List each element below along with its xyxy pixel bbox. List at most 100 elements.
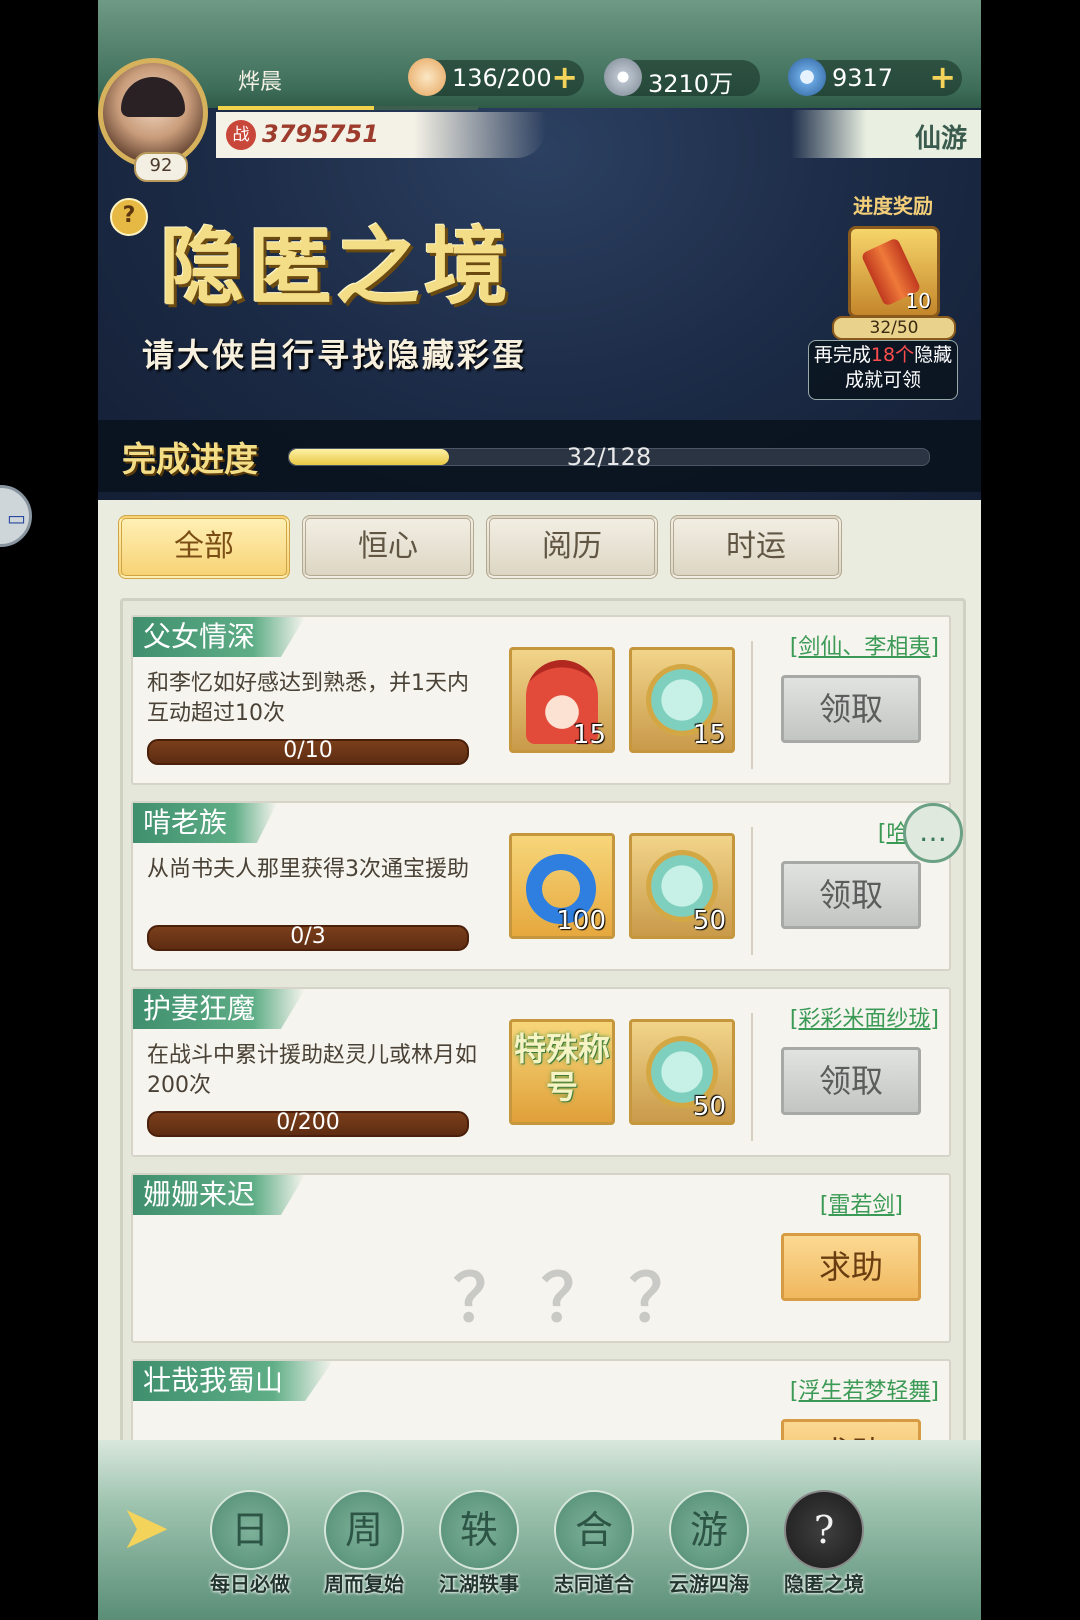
progress-text: 0/3	[290, 924, 326, 949]
achievement-owners[interactable]: [彩彩米面纱珑]	[790, 1001, 939, 1033]
resource-value: 136/200	[452, 64, 552, 92]
weekly-scroll-icon: 周	[324, 1490, 404, 1570]
add-stamina-button[interactable]: +	[551, 60, 578, 94]
page-subtitle: 请大侠自行寻找隐藏彩蛋	[142, 336, 528, 374]
completion-progress: 完成进度 32/128	[98, 420, 981, 492]
achievement-card: 父女情深 和李忆如好感达到熟悉，并1天内互动超过10次 0/10 15 15 […	[131, 615, 951, 785]
nav-companions[interactable]: 合 志同道合	[538, 1490, 648, 1600]
achievement-name: 护妻狂魔	[133, 989, 306, 1029]
coin-icon	[604, 58, 642, 96]
anecdote-book-icon: 轶	[439, 1490, 519, 1570]
achievement-name: 壮哉我蜀山	[133, 1361, 334, 1401]
hidden-content: ？？？	[453, 1260, 717, 1337]
achievement-name: 父女情深	[133, 617, 306, 657]
reward-progress: 32/50	[832, 316, 956, 340]
nav-label: 每日必做	[210, 1572, 290, 1596]
achievement-desc: 和李忆如好感达到熟悉，并1天内互动超过10次	[147, 671, 469, 726]
special-title-label: 特殊称号	[513, 1030, 610, 1106]
divider	[751, 641, 753, 769]
tab-all[interactable]: 全部	[118, 515, 290, 579]
achievement-progress: 0/200	[147, 1110, 469, 1137]
page-title: 隐匿之境	[160, 217, 513, 316]
progress-reward[interactable]: 进度奖励 10 32/50 再完成18个隐藏成就可领	[808, 190, 968, 400]
progress-text: 0/200	[276, 1110, 340, 1135]
reward-item[interactable]: 10	[848, 226, 940, 318]
resource-gems: 9317 +	[788, 58, 962, 96]
nav-daily[interactable]: 日 每日必做	[194, 1490, 304, 1600]
achievement-card-hidden: 姗姗来迟 ？？？ [雷若剑] 求助	[131, 1173, 951, 1343]
bottom-nav: ➤ 日 每日必做 周 周而复始 轶 江湖轶事 合 志同道合 游 云游四海 ? 隐…	[98, 1440, 981, 1620]
progress-text: 0/10	[283, 738, 333, 763]
reward-count: 50	[692, 1092, 726, 1122]
achievement-name: 啃老族	[133, 803, 278, 843]
nav-hidden-realm[interactable]: ? 隐匿之境	[768, 1490, 878, 1600]
completion-track: 32/128	[288, 443, 930, 471]
reward-item-portrait[interactable]: 15	[509, 647, 615, 753]
nav-label: 周而复始	[324, 1572, 404, 1596]
power-badge: 战	[226, 120, 256, 150]
tab-perseverance[interactable]: 恒心	[302, 515, 474, 579]
completion-label: 完成进度	[122, 440, 258, 480]
nav-travel[interactable]: 游 云游四海	[653, 1490, 763, 1600]
nav-label: 江湖轶事	[439, 1572, 519, 1596]
achievement-card-hidden: 壮哉我蜀山 ？？？ [浮生若梦轻舞] 求助	[131, 1359, 951, 1449]
resource-value: 3210万	[648, 70, 734, 98]
completion-text: 32/128	[566, 443, 652, 471]
nav-label: 志同道合	[554, 1572, 634, 1596]
claim-button[interactable]: 领取	[781, 1047, 921, 1115]
companions-icon: 合	[554, 1490, 634, 1570]
divider	[751, 1013, 753, 1141]
resource-stamina: 136/200 +	[408, 58, 584, 96]
reward-tip: 再完成18个隐藏成就可领	[808, 340, 958, 400]
achievement-owners[interactable]: [雷若剑]	[820, 1187, 903, 1219]
help-icon[interactable]: ?	[110, 198, 148, 236]
mode-text: 仙游	[914, 124, 967, 154]
tip-highlight: 18个	[870, 344, 915, 366]
reward-count: 50	[692, 906, 726, 936]
add-gems-button[interactable]: +	[929, 60, 956, 94]
nav-anecdotes[interactable]: 轶 江湖轶事	[423, 1490, 533, 1600]
reward-item-jade-token[interactable]: 50	[629, 833, 735, 939]
reward-item-jade-token[interactable]: 50	[629, 1019, 735, 1125]
daily-scroll-icon: 日	[210, 1490, 290, 1570]
achievement-owners[interactable]: [浮生若梦轻舞]	[790, 1373, 939, 1405]
reward-item-blue-ring[interactable]: 100	[509, 833, 615, 939]
reward-item-special-title[interactable]: 特殊称号	[509, 1019, 615, 1125]
divider	[751, 827, 753, 955]
reward-count: 10	[905, 289, 931, 313]
claim-button[interactable]: 领取	[781, 861, 921, 929]
reward-item-jade-token[interactable]: 15	[629, 647, 735, 753]
resource-value: 9317	[832, 64, 894, 92]
back-arrow-icon[interactable]: ➤	[120, 1498, 196, 1558]
achievement-list[interactable]: 父女情深 和李忆如好感达到熟悉，并1天内互动超过10次 0/10 15 15 […	[120, 598, 966, 1452]
header-banner: 92 烨晨 战 3795751 136/200 + 3210万 9317 + 仙…	[98, 0, 981, 500]
achievement-progress: 0/3	[147, 924, 469, 951]
tab-experience[interactable]: 阅历	[486, 515, 658, 579]
ask-help-button[interactable]: 求助	[781, 1233, 921, 1301]
reward-label: 进度奖励	[853, 194, 933, 218]
nav-weekly[interactable]: 周 周而复始	[308, 1490, 418, 1600]
tip-prefix: 再完成	[813, 344, 871, 366]
mode-label: 仙游	[791, 110, 981, 158]
avatar-hair	[121, 77, 185, 117]
player-level: 92	[134, 152, 188, 182]
tab-fortune[interactable]: 时运	[670, 515, 842, 579]
achievement-card: 啃老族 从尚书夫人那里获得3次通宝援助 0/3 100 50 [哈哈] 领取	[131, 801, 951, 971]
bun-icon	[408, 58, 446, 96]
achievement-desc: 在战斗中累计援助赵灵儿或林月如200次	[147, 1043, 478, 1098]
achievement-owners[interactable]: [剑仙、李相夷]	[790, 629, 939, 661]
chat-bubble-icon[interactable]: …	[903, 803, 963, 863]
player-name: 烨晨	[238, 70, 283, 95]
combat-power: 战 3795751	[216, 112, 546, 158]
game-screen: 92 烨晨 战 3795751 136/200 + 3210万 9317 + 仙…	[98, 0, 981, 1620]
power-value: 3795751	[262, 120, 379, 148]
achievement-desc: 从尚书夫人那里获得3次通宝援助	[147, 857, 469, 882]
reward-count: 100	[556, 906, 606, 936]
nav-label: 隐匿之境	[784, 1572, 864, 1596]
nav-label: 云游四海	[669, 1572, 749, 1596]
achievement-card: 护妻狂魔 在战斗中累计援助赵灵儿或林月如200次 0/200 特殊称号 50 […	[131, 987, 951, 1157]
reward-count: 15	[572, 720, 606, 750]
floating-assistant-button[interactable]: ▭	[0, 485, 32, 547]
exp-bar	[218, 106, 478, 110]
claim-button[interactable]: 领取	[781, 675, 921, 743]
